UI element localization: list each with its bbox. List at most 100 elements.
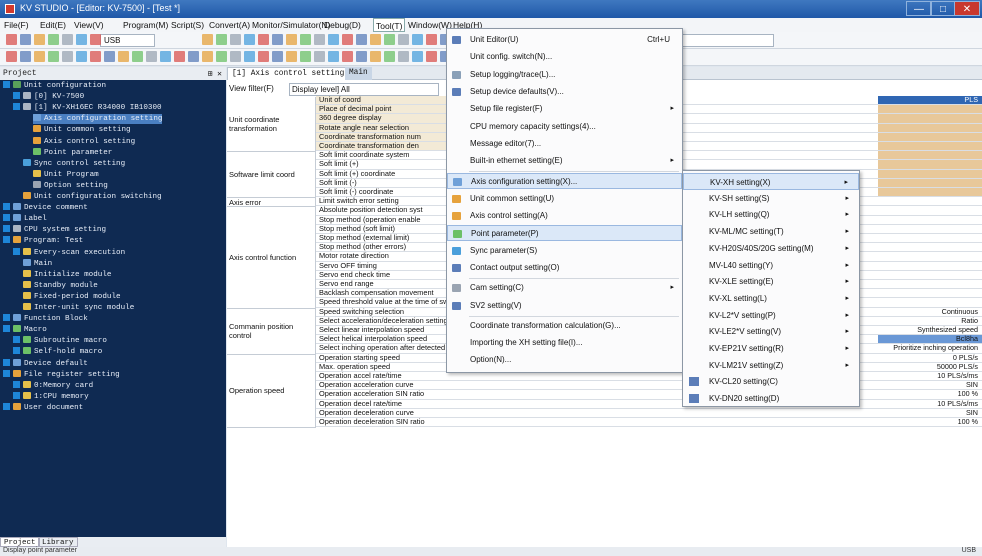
toolbar-tool-icon[interactable] [328, 34, 339, 45]
tree-item[interactable]: Self-hold macro [13, 347, 102, 357]
tree-expand-icon[interactable] [13, 347, 20, 355]
toolbar-tool-icon[interactable] [328, 51, 339, 62]
grid-row-value[interactable] [878, 132, 982, 141]
menu-scripts[interactable]: Script(S) [169, 20, 206, 30]
tree-item[interactable]: Function Block [3, 314, 88, 324]
tab-axis-control-setting[interactable]: [1] Axis control setting [227, 67, 350, 80]
toolbar-tool-icon[interactable] [132, 51, 143, 62]
grid-row-value[interactable] [878, 123, 982, 132]
submenu-item[interactable]: KV-EP21V setting(R) ▸ [683, 340, 859, 357]
toolbar-tool-icon[interactable] [20, 34, 31, 45]
toolbar-tool-icon[interactable] [230, 34, 241, 45]
grid-row-value[interactable] [878, 234, 982, 242]
toolbar-tool-icon[interactable] [104, 51, 115, 62]
grid-row-value[interactable]: 10 PLS/s/ms [878, 372, 982, 380]
grid-row-value[interactable] [878, 114, 982, 123]
toolbar-tool-icon[interactable] [160, 51, 171, 62]
tool-menu-item[interactable]: Axis configuration setting(X)... [447, 173, 682, 190]
tool-menu-item[interactable]: SV2 setting(V) [447, 298, 682, 314]
submenu-item[interactable]: KV-ML/MC setting(T) ▸ [683, 223, 859, 240]
toolbar-tool-icon[interactable] [426, 51, 437, 62]
tree-expand-icon[interactable] [3, 236, 10, 244]
tool-menu-item[interactable]: Coordinate transformation calculation(G)… [447, 318, 682, 334]
grid-row[interactable]: Operation accel rate/time 10 PLS/s/ms [316, 372, 982, 382]
menu-toolt[interactable]: Tool(T) [373, 18, 406, 32]
grid-row-value[interactable] [878, 262, 982, 270]
tree-item[interactable]: Axis configuration setting [33, 114, 163, 125]
toolbar-tool-icon[interactable] [272, 34, 283, 45]
menu-debugd[interactable]: Debug(D) [322, 20, 363, 30]
tree-expand-icon[interactable] [3, 369, 10, 377]
tree-item[interactable]: Unit configuration switching [23, 192, 162, 202]
tool-menu-item[interactable]: Cam setting(C) ▸ [447, 280, 682, 296]
toolbar-tool-icon[interactable] [48, 34, 59, 45]
tool-menu-item[interactable]: Point parameter(P) [447, 225, 682, 242]
tree-item[interactable]: Initialize module [23, 269, 111, 280]
tree-item[interactable]: [0] KV-7500 [13, 92, 84, 102]
tree-item[interactable]: Inter-unit sync module [23, 303, 134, 313]
tree-expand-icon[interactable] [3, 81, 10, 88]
tree-expand-icon[interactable] [3, 325, 10, 333]
grid-row-value[interactable] [878, 225, 982, 233]
toolbar-tool-icon[interactable] [76, 34, 87, 45]
tool-menu-item[interactable]: Importing the XH setting file(I)... [447, 335, 682, 351]
grid-row-value[interactable] [878, 216, 982, 224]
toolbar-tool-icon[interactable] [426, 34, 437, 45]
tree-expand-icon[interactable] [13, 92, 20, 100]
grid-row-value[interactable]: 50000 PLS/s [878, 363, 982, 371]
grid-row-value[interactable] [878, 252, 982, 260]
toolbar-tool-icon[interactable] [398, 34, 409, 45]
grid-row-value[interactable]: Continuous [878, 308, 982, 316]
toolbar-tool-icon[interactable] [202, 34, 213, 45]
tree-item[interactable]: [1] KV-XH16EC R34000 IB10300 [13, 103, 162, 113]
toolbar-tool-icon[interactable] [244, 51, 255, 62]
menu-viewv[interactable]: View(V) [72, 20, 106, 30]
tree-item[interactable]: Program: Test [3, 236, 83, 246]
submenu-item[interactable]: KV-LM21V setting(Z) ▸ [683, 357, 859, 374]
maximize-button[interactable]: □ [930, 1, 956, 16]
grid-row-value[interactable] [878, 151, 982, 160]
tool-menu-item[interactable]: Unit common setting(U) [447, 191, 682, 207]
tree-expand-icon[interactable] [3, 225, 10, 233]
toolbar-tool-icon[interactable] [34, 51, 45, 62]
toolbar-tool-icon[interactable] [76, 51, 87, 62]
toolbar-tool-icon[interactable] [384, 34, 395, 45]
grid-row-value[interactable] [878, 105, 982, 114]
tree-expand-icon[interactable] [13, 380, 20, 388]
toolbar-tool-icon[interactable] [356, 51, 367, 62]
tree-item[interactable]: Main [23, 258, 52, 269]
grid-row-value[interactable]: 100 % [878, 418, 982, 426]
toolbar-tool-icon[interactable] [258, 34, 269, 45]
tree-expand-icon[interactable] [3, 314, 10, 322]
toolbar-tool-icon[interactable] [6, 34, 17, 45]
tree-expand-icon[interactable] [13, 103, 20, 111]
toolbar-tool-icon[interactable] [384, 51, 395, 62]
toolbar-tool-icon[interactable] [216, 34, 227, 45]
toolbar-tool-icon[interactable] [286, 51, 297, 62]
tool-menu-item[interactable]: Sync parameter(S) [447, 243, 682, 259]
tree-item[interactable]: File register setting [3, 369, 120, 380]
toolbar-tool-icon[interactable] [300, 34, 311, 45]
toolbar-tool-icon[interactable] [244, 34, 255, 45]
tree-item[interactable]: Unit Program [33, 169, 99, 180]
connection-combo[interactable]: USB [100, 34, 155, 47]
grid-row[interactable]: Operation deceleration SIN ratio 100 % [316, 418, 982, 428]
tool-menu-item[interactable]: Built-in ethernet setting(E) ▸ [447, 153, 682, 169]
submenu-item[interactable]: KV-H20S/40S/20G setting(M) ▸ [683, 240, 859, 257]
toolbar-tool-icon[interactable] [272, 51, 283, 62]
grid-row-value[interactable] [878, 243, 982, 251]
tree-item[interactable]: Label [3, 214, 47, 224]
tree-item[interactable]: Device default [3, 358, 88, 369]
tree-expand-icon[interactable] [3, 214, 10, 222]
submenu-item[interactable]: KV-XH setting(X) ▸ [683, 173, 859, 190]
toolbar-tool-icon[interactable] [412, 51, 423, 62]
toolbar-tool-icon[interactable] [412, 34, 423, 45]
toolbar-tool-icon[interactable] [216, 51, 227, 62]
toolbar-tool-icon[interactable] [314, 34, 325, 45]
toolbar-tool-icon[interactable] [188, 51, 199, 62]
tree-item[interactable]: CPU system setting [3, 225, 106, 235]
toolbar-tool-icon[interactable] [146, 51, 157, 62]
tree-item[interactable]: 0:Memory card [13, 380, 93, 391]
toolbar-tool-icon[interactable] [90, 51, 101, 62]
close-button[interactable]: ✕ [954, 1, 980, 16]
